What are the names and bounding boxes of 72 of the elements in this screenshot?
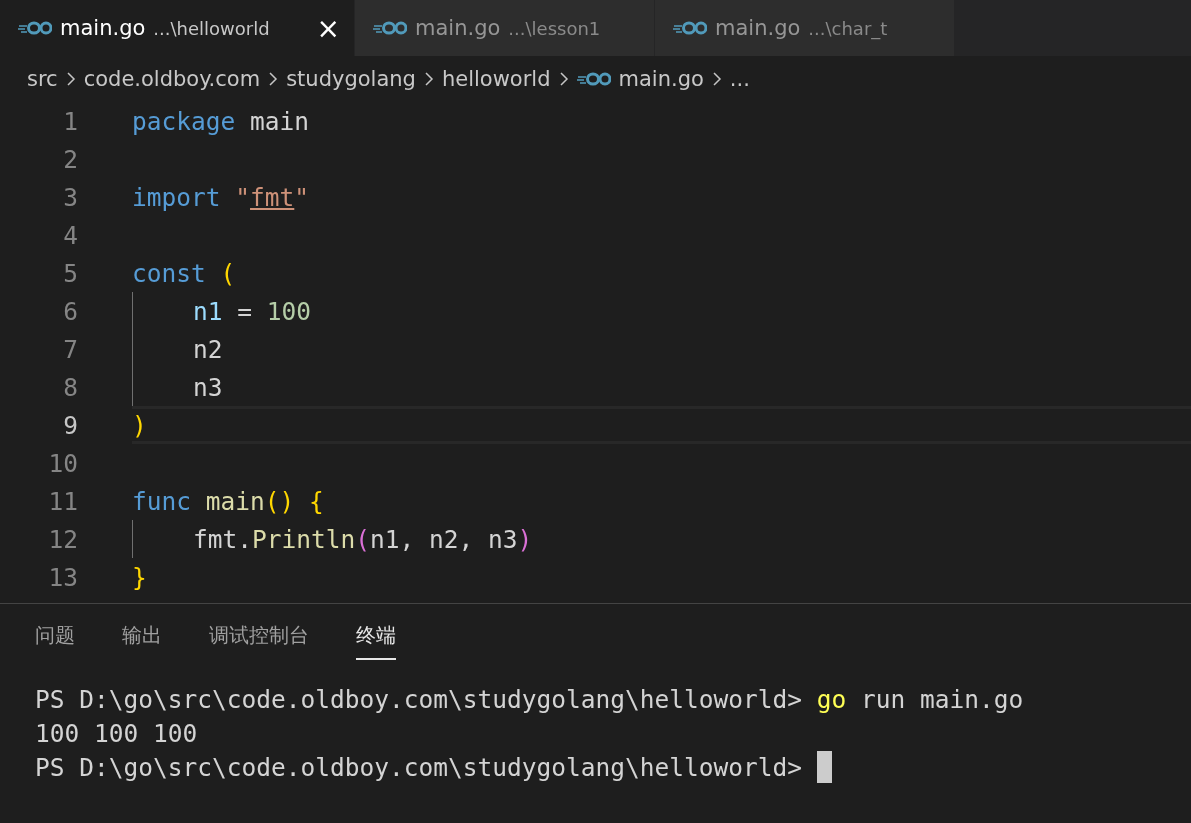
chevron-right-icon (711, 71, 722, 87)
terminal-cursor (816, 751, 832, 783)
code-token: fmt. (193, 524, 252, 554)
panel-tab[interactable]: 终端 (356, 622, 396, 660)
line-number: 3 (62, 182, 78, 212)
code-token: n3 (193, 372, 223, 402)
code-token: () (264, 486, 295, 516)
code-token: package (132, 106, 236, 136)
code-token: main (204, 486, 265, 516)
code-token: 100 (266, 296, 312, 326)
editor-tab[interactable]: main.go ...\lesson1 (355, 0, 655, 56)
editor-tab[interactable]: main.go ...\char_t (655, 0, 955, 56)
line-number: 10 (47, 448, 78, 478)
line-number: 9 (62, 410, 78, 440)
code-token: = (236, 296, 254, 326)
editor-tab[interactable]: main.go ...\helloworld × (0, 0, 355, 56)
tab-filename: main.go (715, 16, 801, 40)
code-token: const (132, 258, 206, 288)
tab-path: ...\char_t (808, 17, 888, 39)
line-number: 8 (62, 372, 78, 402)
line-number: 13 (47, 562, 78, 592)
code-token: func (132, 486, 191, 516)
chevron-right-icon (268, 71, 279, 87)
chevron-right-icon (558, 71, 569, 87)
code-token: " (294, 182, 310, 212)
breadcrumb-more[interactable]: ... (729, 67, 750, 91)
tab-filename: main.go (415, 16, 501, 40)
code-token: ( (355, 524, 371, 554)
code-token: import (132, 182, 221, 212)
code-token: fmt (250, 182, 295, 212)
code-token: Println (252, 524, 356, 554)
line-number: 2 (62, 144, 78, 174)
breadcrumb-folder[interactable]: code.oldboy.com (83, 67, 261, 91)
code-token: " (234, 182, 251, 212)
file-type-icon (18, 21, 52, 35)
tab-path: ...\lesson1 (508, 17, 601, 39)
terminal-text: go (816, 684, 847, 714)
line-number: 1 (62, 106, 78, 136)
line-number: 12 (47, 524, 78, 554)
file-type-icon (576, 72, 611, 86)
breadcrumb-folder[interactable]: studygolang (286, 67, 416, 91)
terminal-text: 100 100 100 (35, 718, 198, 748)
panel-tab[interactable]: 问题 (35, 622, 75, 660)
terminal-text: PS D:\go\src\code.oldboy.com\studygolang\helloworld> (35, 752, 803, 782)
code-token: ) (132, 410, 147, 440)
breadcrumb-folder[interactable]: src (27, 67, 58, 91)
code-token: n1 (193, 296, 223, 326)
chevron-right-icon (65, 71, 76, 87)
file-type-icon (673, 21, 707, 35)
code-token: ) (517, 524, 533, 554)
code-token: ( (219, 258, 236, 288)
chevron-right-icon (423, 71, 434, 87)
line-number: 7 (62, 334, 78, 364)
breadcrumb-folder[interactable]: helloworld (441, 67, 551, 91)
code-token: main (249, 106, 310, 136)
code-token: n1, n2, n3 (370, 524, 518, 554)
code-token: { (308, 486, 324, 516)
line-number: 6 (62, 296, 78, 326)
tab-filename: main.go (60, 16, 146, 40)
panel-tab[interactable]: 输出 (122, 622, 162, 660)
line-number: 4 (62, 220, 78, 250)
breadcrumb-file[interactable]: main.go (618, 67, 704, 91)
panel-tab[interactable]: 调试控制台 (209, 622, 309, 660)
terminal-text: run main.go (860, 684, 1024, 714)
code-token: } (132, 562, 147, 592)
code-token: n2 (193, 334, 223, 364)
line-number: 5 (62, 258, 78, 288)
close-button[interactable]: × (316, 11, 340, 45)
file-type-icon (373, 21, 407, 35)
tab-path: ...\helloworld (153, 17, 270, 39)
line-number: 11 (47, 486, 78, 516)
terminal-text: PS D:\go\src\code.oldboy.com\studygolang\helloworld> (35, 684, 803, 714)
